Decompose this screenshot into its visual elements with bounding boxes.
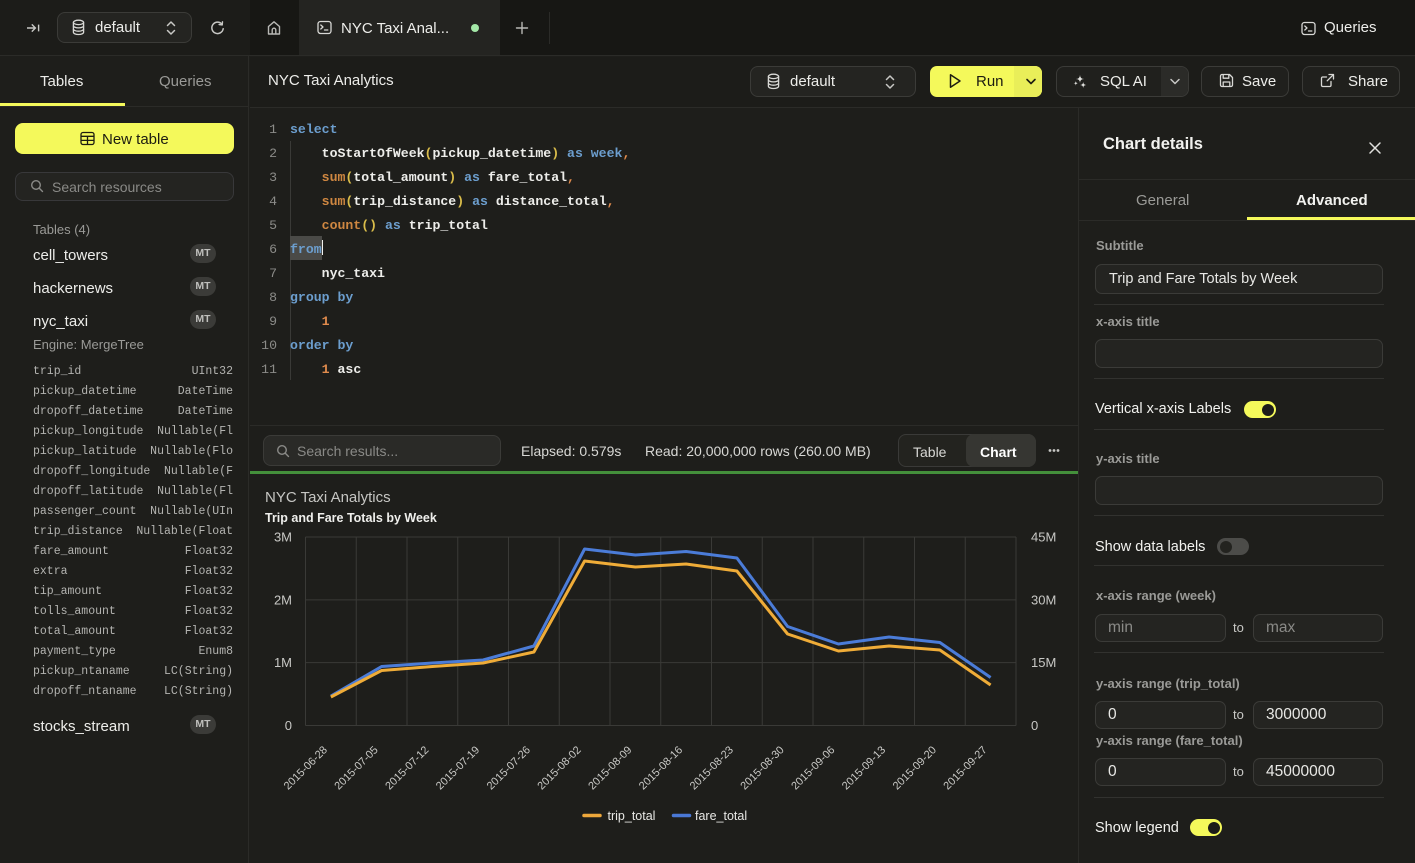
svg-text:2015-08-23: 2015-08-23 — [688, 744, 736, 792]
svg-text:2015-07-26: 2015-07-26 — [485, 744, 533, 792]
svg-text:2M: 2M — [274, 592, 292, 607]
svg-text:2015-07-05: 2015-07-05 — [332, 744, 380, 792]
svg-text:trip_total: trip_total — [608, 809, 656, 823]
svg-text:2015-09-20: 2015-09-20 — [891, 744, 939, 792]
svg-text:2015-06-28: 2015-06-28 — [282, 744, 330, 792]
svg-text:2015-08-09: 2015-08-09 — [586, 744, 634, 792]
svg-text:2015-08-02: 2015-08-02 — [535, 744, 583, 792]
svg-text:0: 0 — [285, 718, 292, 733]
svg-text:2015-09-27: 2015-09-27 — [941, 744, 989, 792]
svg-text:1M: 1M — [274, 655, 292, 670]
svg-text:30M: 30M — [1031, 592, 1056, 607]
svg-text:2015-07-19: 2015-07-19 — [434, 744, 482, 792]
svg-text:fare_total: fare_total — [695, 809, 747, 823]
svg-text:3M: 3M — [274, 530, 292, 545]
svg-text:2015-08-30: 2015-08-30 — [738, 744, 786, 792]
svg-text:45M: 45M — [1031, 530, 1056, 545]
svg-text:2015-07-12: 2015-07-12 — [383, 744, 431, 792]
svg-text:2015-09-06: 2015-09-06 — [789, 744, 837, 792]
svg-text:2015-08-16: 2015-08-16 — [637, 744, 685, 792]
svg-text:15M: 15M — [1031, 655, 1056, 670]
svg-text:0: 0 — [1031, 718, 1038, 733]
svg-text:2015-09-13: 2015-09-13 — [840, 744, 888, 792]
